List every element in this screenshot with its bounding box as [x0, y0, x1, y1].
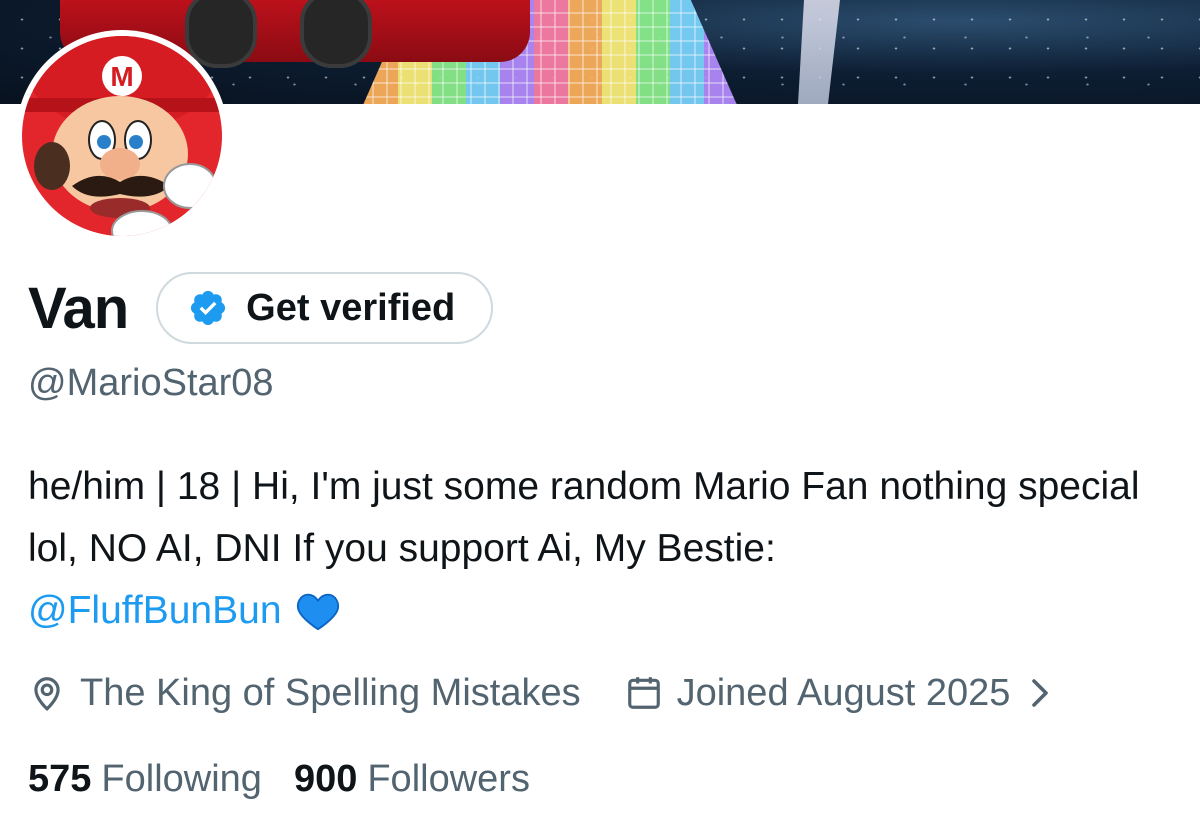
followers-label: Followers: [367, 757, 530, 800]
location: The King of Spelling Mistakes: [28, 672, 581, 715]
following-label: Following: [101, 757, 262, 800]
profile-bio: he/him | 18 | Hi, I'm just some random M…: [28, 456, 1178, 642]
follow-stats: 575 Following 900 Followers: [28, 752, 530, 806]
mario-avatar-image: M: [22, 36, 222, 236]
verified-badge-icon: [191, 290, 226, 326]
following-link[interactable]: 575 Following: [28, 758, 262, 801]
location-pin-icon: [34, 677, 60, 711]
bio-mention-link[interactable]: @FluffBunBun: [28, 589, 282, 632]
name-row: Van Get verified: [28, 272, 494, 344]
get-verified-button[interactable]: Get verified: [156, 272, 494, 344]
get-verified-label: Get verified: [246, 286, 456, 329]
joined-text: Joined August 2025: [676, 671, 1011, 714]
blue-heart-icon: [296, 593, 339, 631]
svg-text:M: M: [110, 61, 133, 92]
location-text: The King of Spelling Mistakes: [80, 671, 581, 714]
followers-count: 900: [293, 757, 358, 800]
username-handle: @MarioStar08: [28, 362, 274, 404]
chevron-right-icon[interactable]: [1028, 678, 1052, 708]
following-count: 575: [28, 757, 92, 800]
calendar-icon: [627, 677, 660, 709]
profile-meta: The King of Spelling Mistakes Joined Aug…: [28, 666, 1052, 720]
followers-link[interactable]: 900 Followers: [294, 758, 530, 801]
banner-kart-wheel: [300, 0, 372, 68]
display-name: Van: [28, 275, 129, 341]
joined-date[interactable]: Joined August 2025: [625, 672, 1053, 715]
avatar[interactable]: M: [16, 30, 228, 242]
bio-text: he/him | 18 | Hi, I'm just some random M…: [28, 465, 1140, 570]
